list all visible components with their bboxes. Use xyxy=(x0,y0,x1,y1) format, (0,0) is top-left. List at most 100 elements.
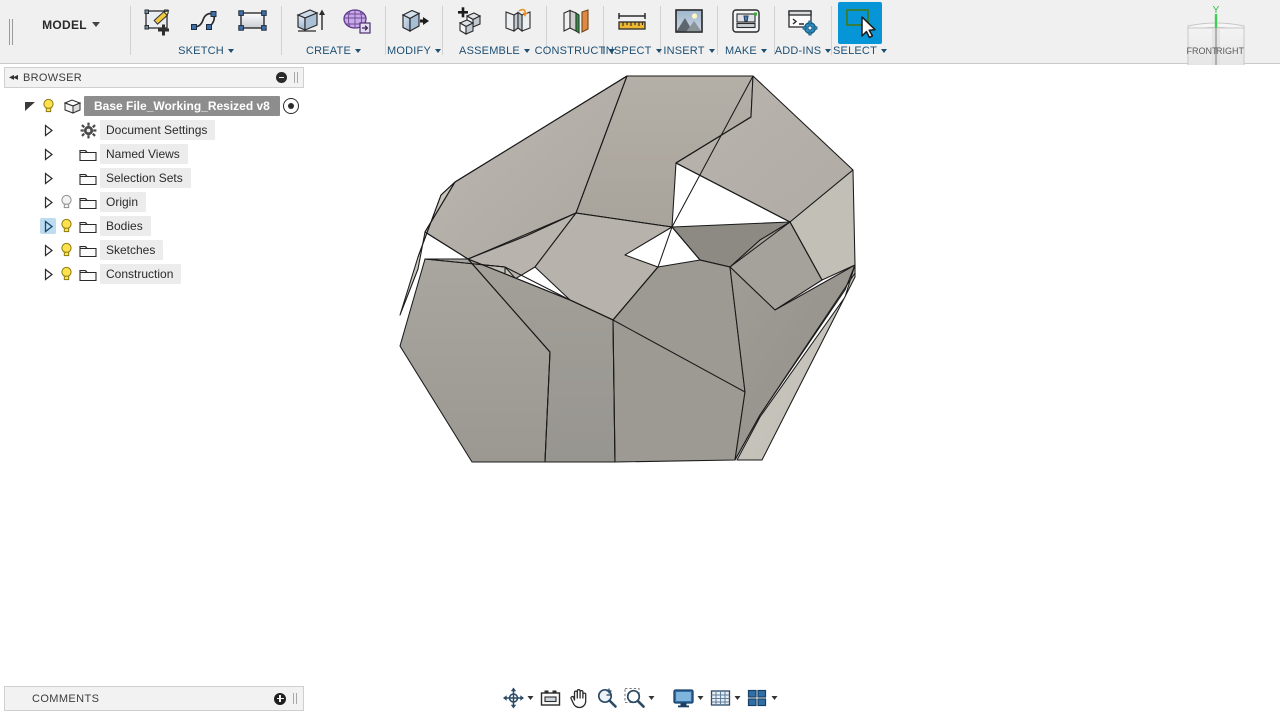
plus-circle-icon[interactable] xyxy=(274,692,286,705)
viewcube-front-label: FRONT xyxy=(1187,46,1218,56)
workspace-label: MODEL xyxy=(42,17,87,32)
tree-row-document-settings[interactable]: Document Settings xyxy=(4,118,304,142)
tree-item-label: Selection Sets xyxy=(100,168,191,188)
expand-arrow-icon[interactable] xyxy=(40,194,56,210)
bulb-placeholder xyxy=(56,169,76,187)
workspace-switcher[interactable]: MODEL xyxy=(22,0,130,63)
new-component-icon[interactable] xyxy=(449,2,493,44)
folder-icon xyxy=(76,265,100,283)
chevron-down-icon[interactable] xyxy=(648,696,655,700)
tree-item-label: Origin xyxy=(100,192,147,212)
tree-row-root[interactable]: Base File_Working_Resized v8 xyxy=(4,94,304,118)
fit-icon[interactable] xyxy=(622,684,657,712)
folder-icon xyxy=(76,169,100,187)
chevron-down-icon[interactable] xyxy=(697,696,704,700)
minus-circle-icon[interactable] xyxy=(276,72,287,83)
viewports-icon[interactable] xyxy=(745,684,780,712)
double-chevron-left-icon[interactable]: ◂◂ xyxy=(9,72,18,83)
offset-plane-icon[interactable] xyxy=(553,2,597,44)
grid-snaps-icon[interactable] xyxy=(708,684,743,712)
tree-item-label: Document Settings xyxy=(100,120,216,140)
expand-arrow-icon[interactable] xyxy=(40,170,56,186)
toolbar-drag-handle[interactable] xyxy=(0,0,22,63)
press-pull-icon[interactable] xyxy=(392,2,436,44)
expand-arrow-icon[interactable] xyxy=(40,122,56,138)
expand-arrow-icon[interactable] xyxy=(40,242,56,258)
activate-component-icon[interactable] xyxy=(282,98,299,114)
toolbar-group-assemble: ASSEMBLE xyxy=(443,0,546,63)
navigation-bar xyxy=(501,683,780,713)
gear-icon xyxy=(76,121,100,139)
root-node-label: Base File_Working_Resized v8 xyxy=(84,96,280,116)
light-bulb-icon[interactable] xyxy=(56,241,76,259)
faceted-rock-body[interactable] xyxy=(305,65,1280,715)
light-bulb-off-icon[interactable] xyxy=(56,193,76,211)
tree-row-bodies[interactable]: Bodies xyxy=(4,214,304,238)
expand-arrow-icon[interactable] xyxy=(40,146,56,162)
toolbar-group-make: MAKE xyxy=(718,0,774,63)
folder-icon xyxy=(76,241,100,259)
insert-label: INSERT xyxy=(663,45,705,57)
chevron-down-icon[interactable] xyxy=(771,696,778,700)
toolbar-caption-assemble[interactable]: ASSEMBLE xyxy=(459,45,530,57)
spline-icon[interactable] xyxy=(184,2,228,44)
tree-row-origin[interactable]: Origin xyxy=(4,190,304,214)
measure-icon[interactable] xyxy=(610,2,654,44)
chevron-down-icon[interactable] xyxy=(734,696,741,700)
comments-title: COMMENTS xyxy=(32,692,100,705)
expand-arrow-open-icon[interactable] xyxy=(22,98,38,114)
tree-row-construction[interactable]: Construction xyxy=(4,262,304,286)
toolbar-caption-modify[interactable]: MODIFY xyxy=(387,45,441,57)
rectangle-icon[interactable] xyxy=(231,2,275,44)
joint-icon[interactable] xyxy=(496,2,540,44)
toolbar-group-modify: MODIFY xyxy=(386,0,442,63)
create-form-icon[interactable] xyxy=(335,2,379,44)
expand-arrow-icon[interactable] xyxy=(40,266,56,282)
toolbar-caption-insert[interactable]: INSERT xyxy=(663,45,715,57)
comments-panel[interactable]: COMMENTS xyxy=(4,686,304,711)
select-label: SELECT xyxy=(833,45,877,57)
browser-tree: Base File_Working_Resized v8 Document Se… xyxy=(4,94,304,286)
look-at-icon[interactable] xyxy=(538,684,564,712)
toolbar-group-create: CREATE xyxy=(282,0,385,63)
expand-arrow-icon[interactable] xyxy=(40,218,56,234)
panel-resize-handle[interactable] xyxy=(293,72,299,83)
tree-item-label: Sketches xyxy=(100,240,164,260)
toolbar-caption-sketch[interactable]: SKETCH xyxy=(178,45,234,57)
assemble-label: ASSEMBLE xyxy=(459,45,520,57)
sketch-label: SKETCH xyxy=(178,45,224,57)
design-canvas[interactable] xyxy=(305,65,1280,715)
toolbar-caption-select[interactable]: SELECT xyxy=(833,45,887,57)
scripts-addins-icon[interactable] xyxy=(781,2,825,44)
toolbar-group-select: SELECT xyxy=(832,0,888,63)
inspect-label: INSPECT xyxy=(602,45,652,57)
toolbar-caption-addins[interactable]: ADD-INS xyxy=(775,45,832,57)
light-bulb-icon[interactable] xyxy=(38,97,58,115)
tree-row-named-views[interactable]: Named Views xyxy=(4,142,304,166)
construct-label: CONSTRUCT xyxy=(534,45,606,57)
orbit-icon[interactable] xyxy=(501,684,536,712)
pan-icon[interactable] xyxy=(566,684,592,712)
toolbar-caption-create[interactable]: CREATE xyxy=(306,45,361,57)
tree-item-label: Named Views xyxy=(100,144,188,164)
create-sketch-icon[interactable] xyxy=(137,2,181,44)
light-bulb-icon[interactable] xyxy=(56,217,76,235)
light-bulb-icon[interactable] xyxy=(56,265,76,283)
make-label: MAKE xyxy=(725,45,757,57)
chevron-down-icon[interactable] xyxy=(527,696,534,700)
comments-resize-handle[interactable] xyxy=(292,693,298,704)
3d-print-icon[interactable] xyxy=(724,2,768,44)
toolbar-caption-make[interactable]: MAKE xyxy=(725,45,767,57)
tree-row-sketches[interactable]: Sketches xyxy=(4,238,304,262)
zoom-icon[interactable] xyxy=(594,684,620,712)
extrude-icon[interactable] xyxy=(288,2,332,44)
modify-label: MODIFY xyxy=(387,45,431,57)
viewcube-axis-y: Y xyxy=(1213,6,1220,16)
folder-icon xyxy=(76,145,100,163)
display-settings-icon[interactable] xyxy=(671,684,706,712)
tree-row-selection-sets[interactable]: Selection Sets xyxy=(4,166,304,190)
folder-icon xyxy=(76,193,100,211)
select-window-icon[interactable] xyxy=(838,2,882,44)
insert-image-icon[interactable] xyxy=(667,2,711,44)
toolbar-caption-inspect[interactable]: INSPECT xyxy=(602,45,662,57)
